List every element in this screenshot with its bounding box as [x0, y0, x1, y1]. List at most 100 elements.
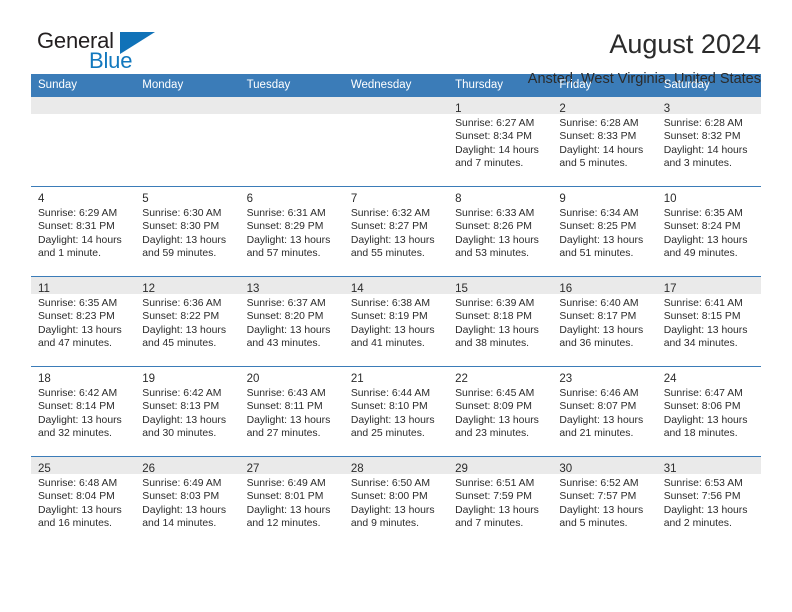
- calendar-day[interactable]: 10 Sunrise: 6:35 AM Sunset: 8:24 PM Dayligh…: [656, 186, 761, 276]
- calendar-day[interactable]: 18 Sunrise: 6:42 AM Sunset: 8:14 PM Dayligh…: [31, 366, 136, 456]
- sunrise-text: Sunrise: 6:39 AM: [455, 298, 535, 309]
- daylight-text-line1: Daylight: 13 hours: [350, 324, 435, 336]
- day-details: Sunrise: 6:42 AM Sunset: 8:13 PM Daylight:…: [135, 384, 239, 441]
- day-details: Sunrise: 6:51 AM Sunset: 7:59 PM Daylight:…: [448, 474, 552, 531]
- sunset-text: Sunset: 8:11 PM: [246, 401, 323, 413]
- day-number: 28: [350, 463, 364, 475]
- sunrise-text: Sunrise: 6:49 AM: [246, 478, 326, 489]
- calendar-cell: 8 Sunrise: 6:33 AM Sunset: 8:26 PM Daylight…: [448, 186, 553, 276]
- calendar-day[interactable]: 24 Sunrise: 6:47 AM Sunset: 8:06 PM Dayligh…: [656, 366, 761, 456]
- day-number-bar: 10: [656, 187, 761, 205]
- calendar-day[interactable]: 13 Sunrise: 6:37 AM Sunset: 8:20 PM Dayligh…: [239, 276, 344, 366]
- calendar-day-empty: [31, 96, 136, 186]
- day-number-bar: 9: [552, 187, 657, 205]
- calendar-day[interactable]: 29 Sunrise: 6:51 AM Sunset: 7:59 PM Dayligh…: [448, 456, 553, 546]
- calendar-cell: 15 Sunrise: 6:39 AM Sunset: 8:18 PM Dayligh…: [448, 276, 553, 366]
- calendar-day[interactable]: 16 Sunrise: 6:40 AM Sunset: 8:17 PM Dayligh…: [552, 276, 657, 366]
- day-details: Sunrise: 6:47 AM Sunset: 8:06 PM Daylight:…: [657, 384, 761, 441]
- daylight-text-line1: Daylight: 13 hours: [142, 504, 227, 516]
- day-number: 6: [246, 193, 253, 205]
- sunrise-text: Sunrise: 6:29 AM: [38, 208, 118, 219]
- day-number: 13: [246, 283, 260, 295]
- sunrise-text: Sunrise: 6:36 AM: [142, 298, 222, 309]
- daylight-text-line2: and 53 minutes.: [455, 248, 530, 260]
- calendar-day[interactable]: 6 Sunrise: 6:31 AM Sunset: 8:29 PM Daylight…: [239, 186, 344, 276]
- calendar-day[interactable]: 2 Sunrise: 6:28 AM Sunset: 8:33 PM Daylight…: [552, 96, 657, 186]
- daylight-text-line1: Daylight: 13 hours: [142, 324, 227, 336]
- day-details: Sunrise: 6:44 AM Sunset: 8:10 PM Daylight:…: [344, 384, 448, 441]
- daylight-text-line1: Daylight: 13 hours: [559, 504, 644, 516]
- day-number-bar: 4: [31, 187, 136, 205]
- day-number: 27: [246, 463, 260, 475]
- daylight-text-line1: Daylight: 13 hours: [663, 504, 748, 516]
- calendar-cell: 23 Sunrise: 6:46 AM Sunset: 8:07 PM Dayligh…: [552, 366, 657, 456]
- daylight-text-line2: and 55 minutes.: [350, 248, 425, 260]
- calendar-cell: 26 Sunrise: 6:49 AM Sunset: 8:03 PM Dayligh…: [135, 456, 240, 546]
- day-number: 20: [246, 373, 260, 385]
- calendar-day[interactable]: 12 Sunrise: 6:36 AM Sunset: 8:22 PM Dayligh…: [135, 276, 240, 366]
- general-blue-logo[interactable]: General Blue: [31, 28, 161, 76]
- calendar-day[interactable]: 15 Sunrise: 6:39 AM Sunset: 8:18 PM Dayligh…: [448, 276, 553, 366]
- calendar-day[interactable]: 14 Sunrise: 6:38 AM Sunset: 8:19 PM Dayligh…: [343, 276, 449, 366]
- calendar-day[interactable]: 23 Sunrise: 6:46 AM Sunset: 8:07 PM Dayligh…: [552, 366, 657, 456]
- calendar-day[interactable]: 20 Sunrise: 6:43 AM Sunset: 8:11 PM Dayligh…: [239, 366, 344, 456]
- day-number-bar: 1: [448, 97, 553, 115]
- calendar-day[interactable]: 27 Sunrise: 6:49 AM Sunset: 8:01 PM Dayligh…: [239, 456, 344, 546]
- day-details: Sunrise: 6:32 AM Sunset: 8:27 PM Daylight:…: [344, 204, 448, 261]
- daylight-text-line1: Daylight: 14 hours: [455, 144, 539, 156]
- sunset-text: Sunset: 8:07 PM: [559, 401, 637, 413]
- day-number-bar: 5: [135, 187, 240, 205]
- daylight-text-line1: Daylight: 14 hours: [663, 144, 748, 156]
- calendar-day[interactable]: 8 Sunrise: 6:33 AM Sunset: 8:26 PM Daylight…: [448, 186, 553, 276]
- sunrise-text: Sunrise: 6:30 AM: [142, 208, 222, 219]
- calendar-day[interactable]: 9 Sunrise: 6:34 AM Sunset: 8:25 PM Daylight…: [552, 186, 657, 276]
- calendar-day[interactable]: 22 Sunrise: 6:45 AM Sunset: 8:09 PM Dayligh…: [448, 366, 553, 456]
- calendar-day[interactable]: 11 Sunrise: 6:35 AM Sunset: 8:23 PM Dayligh…: [31, 276, 136, 366]
- calendar-day[interactable]: 5 Sunrise: 6:30 AM Sunset: 8:30 PM Daylight…: [135, 186, 240, 276]
- day-details: Sunrise: 6:41 AM Sunset: 8:15 PM Daylight:…: [657, 294, 761, 351]
- calendar-day[interactable]: 7 Sunrise: 6:32 AM Sunset: 8:27 PM Daylight…: [343, 186, 449, 276]
- calendar-day[interactable]: 30 Sunrise: 6:52 AM Sunset: 7:57 PM Dayligh…: [552, 456, 657, 546]
- calendar-cell: 3 Sunrise: 6:28 AM Sunset: 8:32 PM Daylight…: [656, 96, 761, 186]
- sunset-text: Sunset: 8:32 PM: [663, 131, 741, 143]
- calendar-cell: 5 Sunrise: 6:30 AM Sunset: 8:30 PM Daylight…: [135, 186, 240, 276]
- calendar-day[interactable]: 19 Sunrise: 6:42 AM Sunset: 8:13 PM Dayligh…: [135, 366, 240, 456]
- day-details: Sunrise: 6:27 AM Sunset: 8:34 PM Daylight:…: [448, 114, 552, 171]
- calendar-cell: 19 Sunrise: 6:42 AM Sunset: 8:13 PM Dayligh…: [135, 366, 240, 456]
- day-details: Sunrise: 6:33 AM Sunset: 8:26 PM Daylight:…: [448, 204, 552, 261]
- sunset-text: Sunset: 8:24 PM: [663, 221, 741, 233]
- weekday-header-tuesday: Tuesday: [239, 74, 344, 96]
- day-number: 25: [38, 463, 51, 475]
- calendar-cell: 17 Sunrise: 6:41 AM Sunset: 8:15 PM Dayligh…: [656, 276, 761, 366]
- sunset-text: Sunset: 8:31 PM: [38, 221, 115, 233]
- sunset-text: Sunset: 8:19 PM: [350, 311, 428, 323]
- day-number-bar: 12: [135, 277, 240, 295]
- sunset-text: Sunset: 8:29 PM: [246, 221, 324, 233]
- day-number: 26: [142, 463, 156, 475]
- sunset-text: Sunset: 8:34 PM: [455, 131, 532, 143]
- day-details: Sunrise: 6:49 AM Sunset: 8:01 PM Daylight:…: [240, 474, 344, 531]
- day-number: 10: [663, 193, 677, 205]
- day-number: 2: [559, 103, 566, 115]
- sunrise-text: Sunrise: 6:42 AM: [142, 388, 222, 399]
- calendar-day[interactable]: 31 Sunrise: 6:53 AM Sunset: 7:56 PM Dayligh…: [656, 456, 761, 546]
- calendar-day[interactable]: 4 Sunrise: 6:29 AM Sunset: 8:31 PM Daylight…: [31, 186, 136, 276]
- sunset-text: Sunset: 8:14 PM: [38, 401, 115, 413]
- day-number-bar: 8: [448, 187, 553, 205]
- calendar-day[interactable]: 26 Sunrise: 6:49 AM Sunset: 8:03 PM Dayligh…: [135, 456, 240, 546]
- calendar-day[interactable]: 25 Sunrise: 6:48 AM Sunset: 8:04 PM Dayligh…: [31, 456, 136, 546]
- daylight-text-line1: Daylight: 13 hours: [455, 234, 539, 246]
- calendar-cell: 10 Sunrise: 6:35 AM Sunset: 8:24 PM Dayligh…: [656, 186, 761, 276]
- day-number: 5: [142, 193, 149, 205]
- calendar-day[interactable]: 21 Sunrise: 6:44 AM Sunset: 8:10 PM Dayligh…: [343, 366, 449, 456]
- daylight-text-line2: and 23 minutes.: [455, 428, 530, 440]
- calendar-day[interactable]: 17 Sunrise: 6:41 AM Sunset: 8:15 PM Dayligh…: [656, 276, 761, 366]
- daylight-text-line1: Daylight: 13 hours: [38, 504, 122, 516]
- sunset-text: Sunset: 8:25 PM: [559, 221, 637, 233]
- day-number-bar: 27: [239, 457, 344, 475]
- calendar-day[interactable]: 1 Sunrise: 6:27 AM Sunset: 8:34 PM Daylight…: [448, 96, 553, 186]
- day-number: 24: [663, 373, 677, 385]
- day-details: Sunrise: 6:52 AM Sunset: 7:57 PM Daylight:…: [552, 474, 656, 531]
- calendar-day[interactable]: 3 Sunrise: 6:28 AM Sunset: 8:32 PM Daylight…: [656, 96, 761, 186]
- calendar-day[interactable]: 28 Sunrise: 6:50 AM Sunset: 8:00 PM Dayligh…: [343, 456, 449, 546]
